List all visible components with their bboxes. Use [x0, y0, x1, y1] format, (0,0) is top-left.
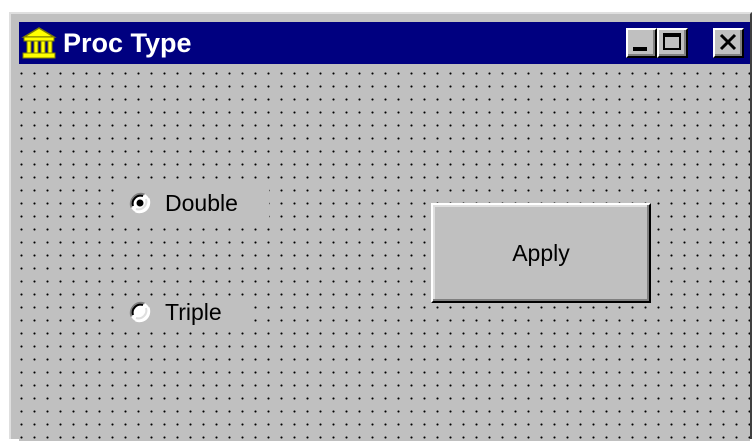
radio-label: Triple	[165, 299, 222, 325]
form-design-surface: Double Triple Apply	[19, 64, 750, 441]
close-icon	[719, 33, 737, 51]
building-icon	[21, 26, 57, 60]
maximize-icon	[663, 33, 681, 50]
radio-double[interactable]: Double	[119, 188, 269, 218]
apply-button[interactable]: Apply	[431, 203, 651, 303]
minimize-icon	[633, 47, 647, 51]
radio-selected-icon	[129, 192, 151, 214]
close-button[interactable]	[713, 28, 744, 58]
window-title: Proc Type	[63, 28, 192, 58]
title-bar[interactable]: Proc Type	[19, 22, 750, 64]
proc-type-window: Proc Type Double Triple Apply	[9, 12, 752, 441]
maximize-button[interactable]	[657, 28, 688, 58]
radio-label: Double	[165, 190, 238, 216]
radio-unselected-icon	[129, 301, 151, 323]
minimize-button[interactable]	[626, 28, 657, 58]
radio-triple[interactable]: Triple	[119, 297, 247, 327]
